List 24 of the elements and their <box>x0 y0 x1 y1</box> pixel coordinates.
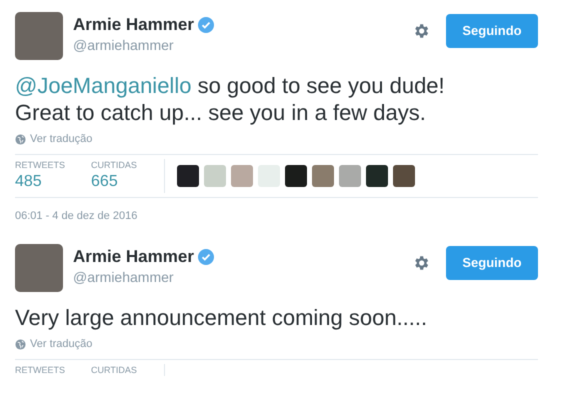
translate-link[interactable]: Ver tradução <box>30 336 92 352</box>
translate-link[interactable]: Ver tradução <box>30 131 92 148</box>
mention-link[interactable]: @JoeManganiello <box>15 73 192 98</box>
display-name[interactable]: Armie Hammer <box>73 15 194 35</box>
liker-avatar-placeholder[interactable] <box>177 164 199 186</box>
liker-avatar-placeholder[interactable] <box>285 164 307 186</box>
liker-avatar-placeholder[interactable] <box>366 164 388 186</box>
display-name[interactable]: Armie Hammer <box>73 247 194 267</box>
tweet-text: Very large announcement coming soon..... <box>15 304 428 331</box>
following-button[interactable]: Seguindo <box>446 14 538 48</box>
globe-icon <box>15 134 26 145</box>
stat-count[interactable]: 665 <box>91 170 137 192</box>
username[interactable]: @armiehammer <box>73 35 214 55</box>
stat-label: CURTIDAS <box>91 158 137 170</box>
stat-label: RETWEETS <box>15 158 66 170</box>
timestamp: 06:01 - 4 de dez de 2016 <box>15 208 138 224</box>
stat-label: CURTIDAS <box>91 364 137 376</box>
tweet-text: @JoeManganiello so good to see you dude! Great to catch up... see you in a few days. <box>15 72 446 126</box>
username[interactable]: @armiehammer <box>73 267 214 287</box>
liker-avatar-placeholder[interactable] <box>393 164 415 186</box>
stat-label: RETWEETS <box>15 364 66 376</box>
following-button[interactable]: Seguindo <box>446 246 538 280</box>
stat-count[interactable]: 485 <box>15 170 66 192</box>
globe-icon <box>15 338 26 350</box>
